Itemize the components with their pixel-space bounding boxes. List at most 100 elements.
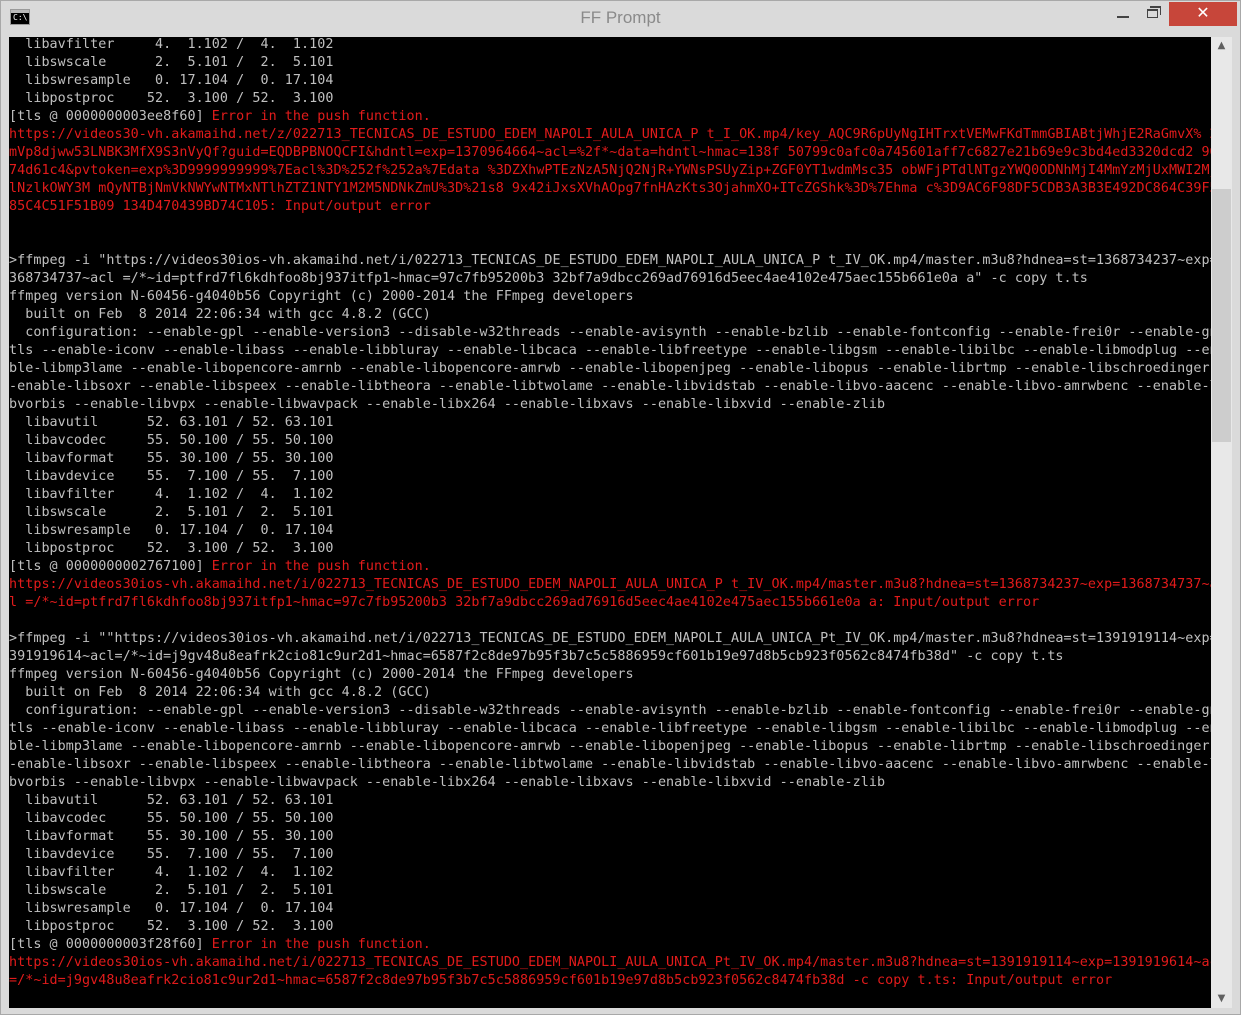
console-error-line: 85C4C51F51B09 134D470439BD74C105: Input/… <box>9 199 1211 217</box>
console-line-text: libavcodec 55. 50.100 / 55. 50.100 <box>9 433 334 448</box>
console-line-text: configuration: --enable-gpl --enable-ver… <box>9 703 1211 718</box>
console-line: libpostproc 52. 3.100 / 52. 3.100 <box>9 91 1211 109</box>
console-line-text: ffmpeg version N-60456-g4040b56 Copyrigh… <box>9 289 634 304</box>
console-line: libswresample 0. 17.104 / 0. 17.104 <box>9 523 1211 541</box>
console-line-text: libpostproc 52. 3.100 / 52. 3.100 <box>9 541 334 556</box>
console-line-text: libavfilter 4. 1.102 / 4. 1.102 <box>9 865 334 880</box>
console-line-text: 368734737~acl =/*~id=ptfrd7fl6kdhfoo8bj9… <box>9 271 1088 286</box>
console-line-text: [tls @ 0000000002767100] <box>9 559 212 574</box>
console-line: ble-libmp3lame --enable-libopencore-amrn… <box>9 361 1211 379</box>
console-line-text: https://videos30ios-vh.akamaihd.net/i/02… <box>9 577 1211 592</box>
console-line: libswscale 2. 5.101 / 2. 5.101 <box>9 883 1211 901</box>
console-line-text: libavfilter 4. 1.102 / 4. 1.102 <box>9 37 334 52</box>
console-line-text: libpostproc 52. 3.100 / 52. 3.100 <box>9 919 334 934</box>
console-line-text: 85C4C51F51B09 134D470439BD74C105: Input/… <box>9 199 431 214</box>
console-line-text: tls --enable-iconv --enable-libass --ena… <box>9 343 1211 358</box>
minimize-button[interactable] <box>1109 2 1137 26</box>
console-line-text: libavformat 55. 30.100 / 55. 30.100 <box>9 829 334 844</box>
console-line-text: libavdevice 55. 7.100 / 55. 7.100 <box>9 847 334 862</box>
console-line-text: https://videos30ios-vh.akamaihd.net/i/02… <box>9 955 1211 970</box>
console-error-line: lNzlkOWY3M mQyNTBjNmVkNWYwNTMxNTlhZTZ1NT… <box>9 181 1211 199</box>
console-line: built on Feb 8 2014 22:06:34 with gcc 4.… <box>9 685 1211 703</box>
console-error-message: Error in the push function. <box>211 937 431 952</box>
console-line-text: built on Feb 8 2014 22:06:34 with gcc 4.… <box>9 685 431 700</box>
console-error-line: l =/*~id=ptfrd7fl6kdhfoo8bj937itfp1~hmac… <box>9 595 1211 613</box>
console-line: [tls @ 0000000002767100] Error in the pu… <box>9 559 1211 577</box>
console-line-text: libavfilter 4. 1.102 / 4. 1.102 <box>9 487 334 502</box>
console-line: ble-libmp3lame --enable-libopencore-amrn… <box>9 739 1211 757</box>
console-line: libpostproc 52. 3.100 / 52. 3.100 <box>9 541 1211 559</box>
console-line: libavfilter 4. 1.102 / 4. 1.102 <box>9 487 1211 505</box>
console-line-text: l =/*~id=ptfrd7fl6kdhfoo8bj937itfp1~hmac… <box>9 595 1040 610</box>
console-line: tls --enable-iconv --enable-libass --ena… <box>9 721 1211 739</box>
console-line-text: 391919614~acl=/*~id=j9gv48u8eafrk2cio81c… <box>9 649 1064 664</box>
console-line-text: =/*~id=j9gv48u8eafrk2cio81c9ur2d1~hmac=6… <box>9 973 1113 988</box>
window-title: FF Prompt <box>580 8 661 27</box>
console-line: [tls @ 0000000003f28f60] Error in the pu… <box>9 937 1211 955</box>
console-line: libavfilter 4. 1.102 / 4. 1.102 <box>9 37 1211 55</box>
console-line-text: libswscale 2. 5.101 / 2. 5.101 <box>9 883 334 898</box>
console-line: >ffmpeg -i ""https://videos30ios-vh.akam… <box>9 631 1211 649</box>
console-error-line: https://videos30ios-vh.akamaihd.net/i/02… <box>9 955 1211 973</box>
console-line: libavcodec 55. 50.100 / 55. 50.100 <box>9 811 1211 829</box>
scroll-up-arrow-icon[interactable]: ▲ <box>1211 37 1232 55</box>
console-line-text: libswresample 0. 17.104 / 0. 17.104 <box>9 901 334 916</box>
console-line-text: configuration: --enable-gpl --enable-ver… <box>9 325 1211 340</box>
console-line: libavdevice 55. 7.100 / 55. 7.100 <box>9 469 1211 487</box>
console-line: libavfilter 4. 1.102 / 4. 1.102 <box>9 865 1211 883</box>
console-error-line: =/*~id=j9gv48u8eafrk2cio81c9ur2d1~hmac=6… <box>9 973 1211 991</box>
console-line-text: mVp8djww53LNBK3MfX9S3nVyQf?guid=EQDBPBNO… <box>9 145 1211 160</box>
vertical-scrollbar[interactable]: ▲ ▼ <box>1211 37 1232 1008</box>
console-line-text: -enable-libsoxr --enable-libspeex --enab… <box>9 757 1211 772</box>
console-line-text: https://videos30-vh.akamaihd.net/z/02271… <box>9 127 1211 142</box>
console-line-text: [tls @ 0000000003ee8f60] <box>9 109 212 124</box>
console-line-text: libswresample 0. 17.104 / 0. 17.104 <box>9 73 334 88</box>
console-line: libswscale 2. 5.101 / 2. 5.101 <box>9 505 1211 523</box>
console-line: -enable-libsoxr --enable-libspeex --enab… <box>9 757 1211 775</box>
console-lines: libavfilter 4. 1.102 / 4. 1.102 libswsca… <box>9 37 1211 1008</box>
console-line: libavformat 55. 30.100 / 55. 30.100 <box>9 451 1211 469</box>
console-line: >ffmpeg -i "https://videos30ios-vh.akama… <box>9 253 1211 271</box>
console-line: ffmpeg version N-60456-g4040b56 Copyrigh… <box>9 289 1211 307</box>
console-line-text: libswresample 0. 17.104 / 0. 17.104 <box>9 523 334 538</box>
console-line: bvorbis --enable-libvpx --enable-libwavp… <box>9 775 1211 793</box>
scrollbar-thumb[interactable] <box>1212 189 1231 442</box>
console-line: libavutil 52. 63.101 / 52. 63.101 <box>9 415 1211 433</box>
console-line-text: ble-libmp3lame --enable-libopencore-amrn… <box>9 361 1211 376</box>
restore-button[interactable] <box>1139 2 1167 26</box>
close-button[interactable]: ✕ <box>1169 2 1237 26</box>
console-line-text: libavcodec 55. 50.100 / 55. 50.100 <box>9 811 334 826</box>
console-error-line: https://videos30-vh.akamaihd.net/z/02271… <box>9 127 1211 145</box>
console-line: 391919614~acl=/*~id=j9gv48u8eafrk2cio81c… <box>9 649 1211 667</box>
console-line-text: lNzlkOWY3M mQyNTBjNmVkNWYwNTMxNTlhZTZ1NT… <box>9 181 1211 196</box>
console-line-text: -enable-libsoxr --enable-libspeex --enab… <box>9 379 1211 394</box>
console-line: bvorbis --enable-libvpx --enable-libwavp… <box>9 397 1211 415</box>
console-line: built on Feb 8 2014 22:06:34 with gcc 4.… <box>9 307 1211 325</box>
console-line-text: libswscale 2. 5.101 / 2. 5.101 <box>9 55 334 70</box>
console-line-text: 74d61c4&pvtoken=exp%3D9999999999%7Eacl%3… <box>9 163 1211 178</box>
console-line-text: libavutil 52. 63.101 / 52. 63.101 <box>9 793 334 808</box>
console-line: [tls @ 0000000003ee8f60] Error in the pu… <box>9 109 1211 127</box>
console-line: 368734737~acl =/*~id=ptfrd7fl6kdhfoo8bj9… <box>9 271 1211 289</box>
console-line-text: [tls @ 0000000003f28f60] <box>9 937 212 952</box>
console-line: libavdevice 55. 7.100 / 55. 7.100 <box>9 847 1211 865</box>
scroll-down-arrow-icon[interactable]: ▼ <box>1211 990 1232 1008</box>
console-error-line: https://videos30ios-vh.akamaihd.net/i/02… <box>9 577 1211 595</box>
console-line-text: libavutil 52. 63.101 / 52. 63.101 <box>9 415 334 430</box>
minimize-icon <box>1117 16 1129 18</box>
console-error-message: Error in the push function. <box>211 559 431 574</box>
console-line-text: built on Feb 8 2014 22:06:34 with gcc 4.… <box>9 307 431 322</box>
console-output[interactable]: libavfilter 4. 1.102 / 4. 1.102 libswsca… <box>9 37 1211 1008</box>
restore-icon <box>1147 9 1158 18</box>
console-line-text: bvorbis --enable-libvpx --enable-libwavp… <box>9 397 886 412</box>
console-line-text: ble-libmp3lame --enable-libopencore-amrn… <box>9 739 1211 754</box>
console-line: libswresample 0. 17.104 / 0. 17.104 <box>9 73 1211 91</box>
title-bar[interactable]: C:\ FF Prompt ✕ <box>1 1 1240 37</box>
console-line-text: bvorbis --enable-libvpx --enable-libwavp… <box>9 775 886 790</box>
console-error-line: 74d61c4&pvtoken=exp%3D9999999999%7Eacl%3… <box>9 163 1211 181</box>
console-error-message: Error in the push function. <box>211 109 431 124</box>
console-line: -enable-libsoxr --enable-libspeex --enab… <box>9 379 1211 397</box>
